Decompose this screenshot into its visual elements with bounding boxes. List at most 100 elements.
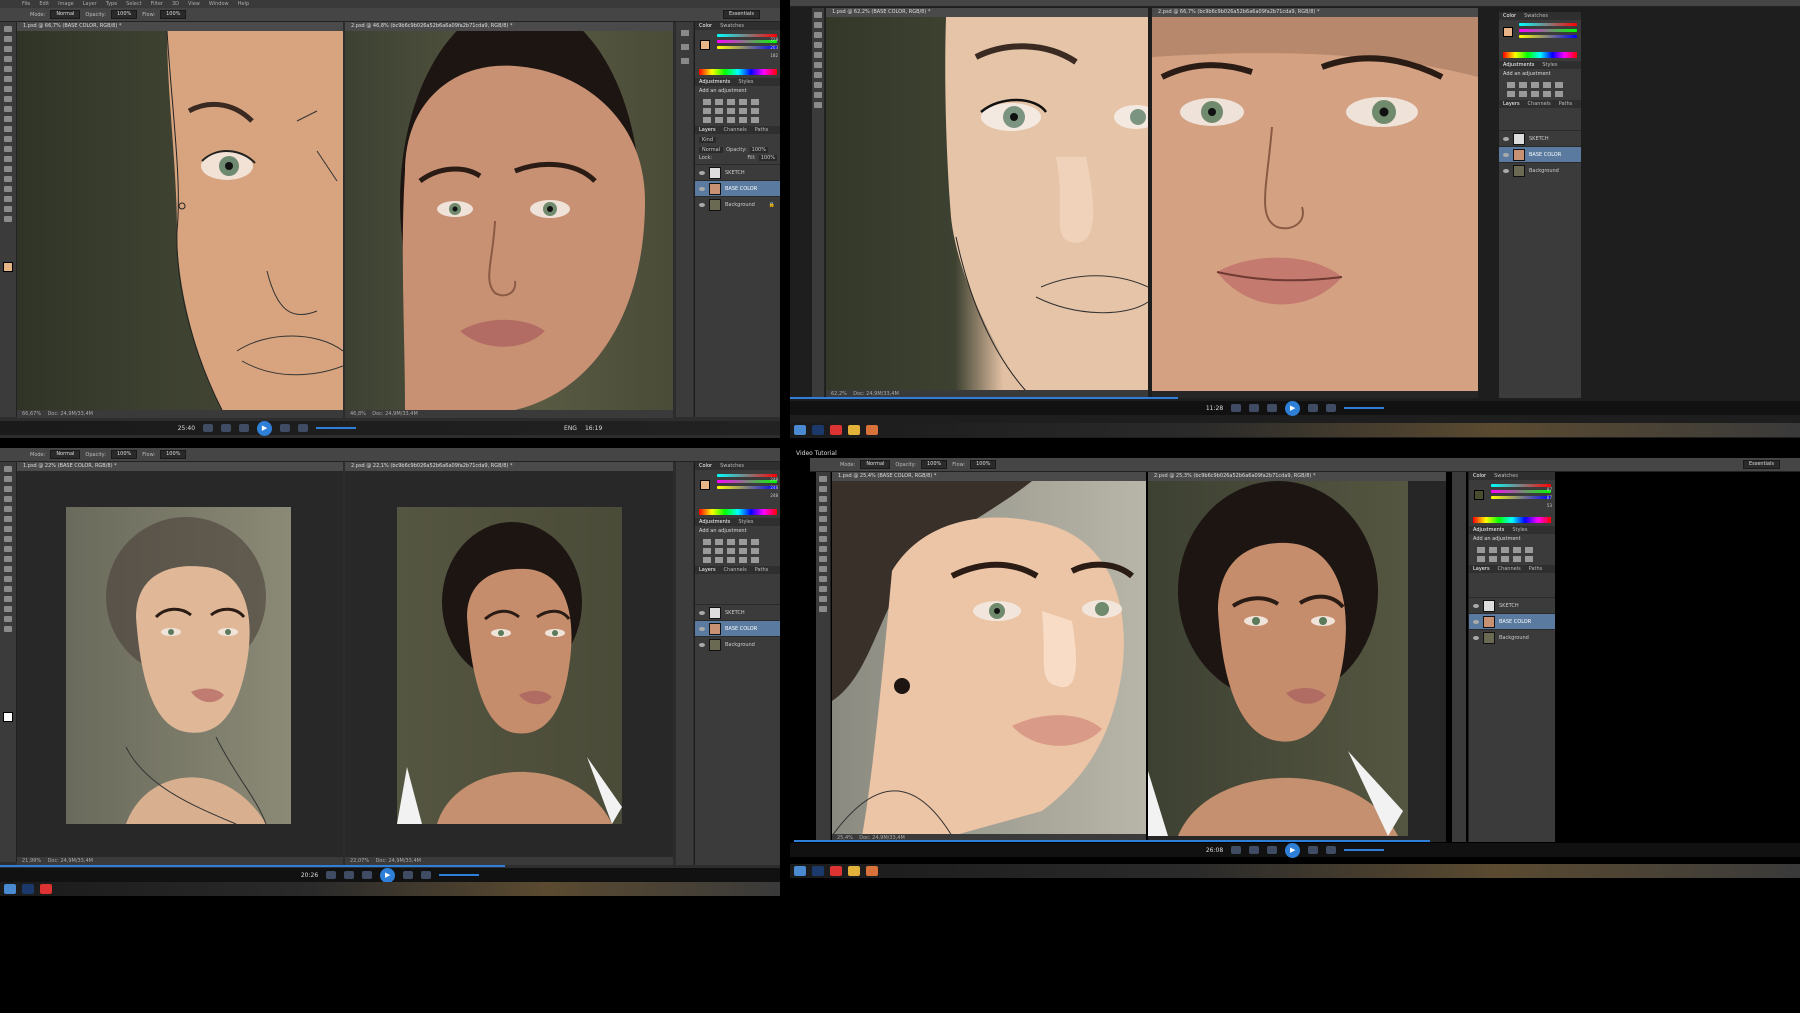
green-value[interactable]: 248 <box>770 484 778 492</box>
volume-icon[interactable] <box>421 871 432 879</box>
healing-tool-icon[interactable] <box>4 516 12 522</box>
chrome-taskbar-icon[interactable] <box>830 866 842 876</box>
invert-icon[interactable] <box>703 117 711 123</box>
brush-panel-icon[interactable] <box>680 58 689 64</box>
fast-forward-button[interactable] <box>1308 404 1319 412</box>
painting-canvas[interactable] <box>826 17 1148 391</box>
move-tool-icon[interactable] <box>814 12 822 18</box>
fast-forward-button[interactable] <box>280 424 291 432</box>
channel-mixer-icon[interactable] <box>751 108 759 114</box>
photoshop-taskbar-icon[interactable] <box>812 866 824 876</box>
document-tab[interactable]: 2.psd @ 66,7% (bc9b6c9b026a52b6a6a09fa2b… <box>1152 8 1478 17</box>
eraser-tool-icon[interactable] <box>4 126 12 132</box>
bw-icon[interactable] <box>1501 556 1509 562</box>
crop-tool-icon[interactable] <box>819 496 827 502</box>
red-slider[interactable] <box>1519 23 1577 26</box>
zoom-tool-icon[interactable] <box>819 606 827 612</box>
menu-window[interactable]: Window <box>209 1 229 7</box>
blue-slider[interactable] <box>1519 35 1577 38</box>
tab-channels[interactable]: Channels <box>1528 100 1551 108</box>
document-tab[interactable]: 1.psd @ 62,2% (BASE COLOR, RGB/8) * <box>826 8 1148 17</box>
menu-layer[interactable]: Layer <box>83 1 97 7</box>
lasso-tool-icon[interactable] <box>4 46 12 52</box>
exposure-icon[interactable] <box>1543 82 1551 88</box>
workspace-select[interactable]: Essentials <box>722 10 760 19</box>
blue-value[interactable]: 248 <box>770 492 778 500</box>
lasso-tool-icon[interactable] <box>4 486 12 492</box>
reference-photo[interactable] <box>397 507 622 824</box>
exposure-icon[interactable] <box>739 99 747 105</box>
green-value[interactable]: 87 <box>1547 494 1552 502</box>
play-button[interactable]: ▶ <box>1285 842 1301 858</box>
blue-value[interactable]: 182 <box>770 52 778 60</box>
brush-tool-icon[interactable] <box>4 526 12 532</box>
curves-icon[interactable] <box>1501 547 1509 553</box>
document-tab[interactable]: 2.psd @ 22,1% (bc9b6c9b026a52b6a6a09fa2b… <box>345 462 673 471</box>
exposure-icon[interactable] <box>1513 547 1521 553</box>
fill-field[interactable]: 100% <box>758 155 777 161</box>
start-button-icon[interactable] <box>794 866 806 876</box>
zoom-tool-icon[interactable] <box>4 216 12 222</box>
photoshop-taskbar-icon[interactable] <box>812 425 824 435</box>
tab-layers[interactable]: Layers <box>699 126 716 134</box>
tab-adjustments[interactable]: Adjustments <box>699 78 730 86</box>
opacity-field[interactable]: 100% <box>920 460 948 469</box>
eyedropper-tool-icon[interactable] <box>4 76 12 82</box>
reference-photo[interactable] <box>1148 481 1408 836</box>
photo-filter-icon[interactable] <box>739 108 747 114</box>
painting-canvas[interactable] <box>17 31 343 410</box>
video-progress-bar[interactable] <box>794 840 1430 842</box>
red-value[interactable]: 87 <box>1547 486 1552 494</box>
color-balance-icon[interactable] <box>1519 91 1527 97</box>
blue-slider[interactable] <box>717 486 777 489</box>
zoom-tool-icon[interactable] <box>814 102 822 108</box>
gradient-tool-icon[interactable] <box>819 546 827 552</box>
gradient-map-icon[interactable] <box>739 557 747 563</box>
visibility-eye-icon[interactable] <box>1503 168 1509 173</box>
menu-filter[interactable]: Filter <box>151 1 163 7</box>
visibility-eye-icon[interactable] <box>699 626 705 631</box>
tab-paths[interactable]: Paths <box>1529 565 1543 573</box>
tab-color[interactable]: Color <box>1503 12 1516 20</box>
visibility-eye-icon[interactable] <box>699 186 705 191</box>
selective-color-icon[interactable] <box>751 557 759 563</box>
mode-select[interactable]: Normal <box>860 460 891 469</box>
hand-tool-icon[interactable] <box>4 616 12 622</box>
layer-filter-kind[interactable]: Kind <box>699 137 717 143</box>
tab-styles[interactable]: Styles <box>1512 526 1527 534</box>
folder-taskbar-icon[interactable] <box>848 866 860 876</box>
color-swatch[interactable] <box>1503 27 1513 37</box>
zoom-readout[interactable]: 22,07% <box>350 858 369 864</box>
hand-tool-icon[interactable] <box>819 596 827 602</box>
marquee-tool-icon[interactable] <box>4 36 12 42</box>
color-spectrum[interactable] <box>1503 52 1577 58</box>
prev-chapter-button[interactable] <box>326 871 337 879</box>
document-tab[interactable]: 2.psd @ 46,8% (bc9b6c9b026a52b6a6a09fa2b… <box>345 22 673 31</box>
channel-mixer-icon[interactable] <box>751 548 759 554</box>
volume-slider[interactable] <box>1344 849 1385 851</box>
brush-tool-icon[interactable] <box>814 42 822 48</box>
photo-filter-icon[interactable] <box>1543 91 1551 97</box>
tab-layers[interactable]: Layers <box>1473 565 1490 573</box>
layer-sketch[interactable]: SKETCH <box>1469 597 1555 613</box>
tab-styles[interactable]: Styles <box>738 518 753 526</box>
color-swatch[interactable] <box>700 480 710 490</box>
document-tab[interactable]: 2.psd @ 25,3% (bc9b6c9b026a52b6a6a09fa2b… <box>1148 472 1446 481</box>
red-slider[interactable] <box>717 34 777 37</box>
clone-tool-icon[interactable] <box>4 536 12 542</box>
start-button-icon[interactable] <box>794 425 806 435</box>
tab-adjustments[interactable]: Adjustments <box>1473 526 1504 534</box>
shape-tool-icon[interactable] <box>4 196 12 202</box>
tab-channels[interactable]: Channels <box>724 126 747 134</box>
crop-tool-icon[interactable] <box>4 496 12 502</box>
brightness-icon[interactable] <box>1507 82 1515 88</box>
chrome-taskbar-icon[interactable] <box>830 425 842 435</box>
reference-photo[interactable] <box>345 31 673 410</box>
fast-forward-button[interactable] <box>403 871 414 879</box>
gradient-map-icon[interactable] <box>739 117 747 123</box>
eraser-tool-icon[interactable] <box>819 536 827 542</box>
photoshop-taskbar-icon[interactable] <box>22 884 34 894</box>
blur-tool-icon[interactable] <box>4 566 12 572</box>
color-swatch[interactable] <box>700 40 710 50</box>
history-brush-icon[interactable] <box>4 116 12 122</box>
